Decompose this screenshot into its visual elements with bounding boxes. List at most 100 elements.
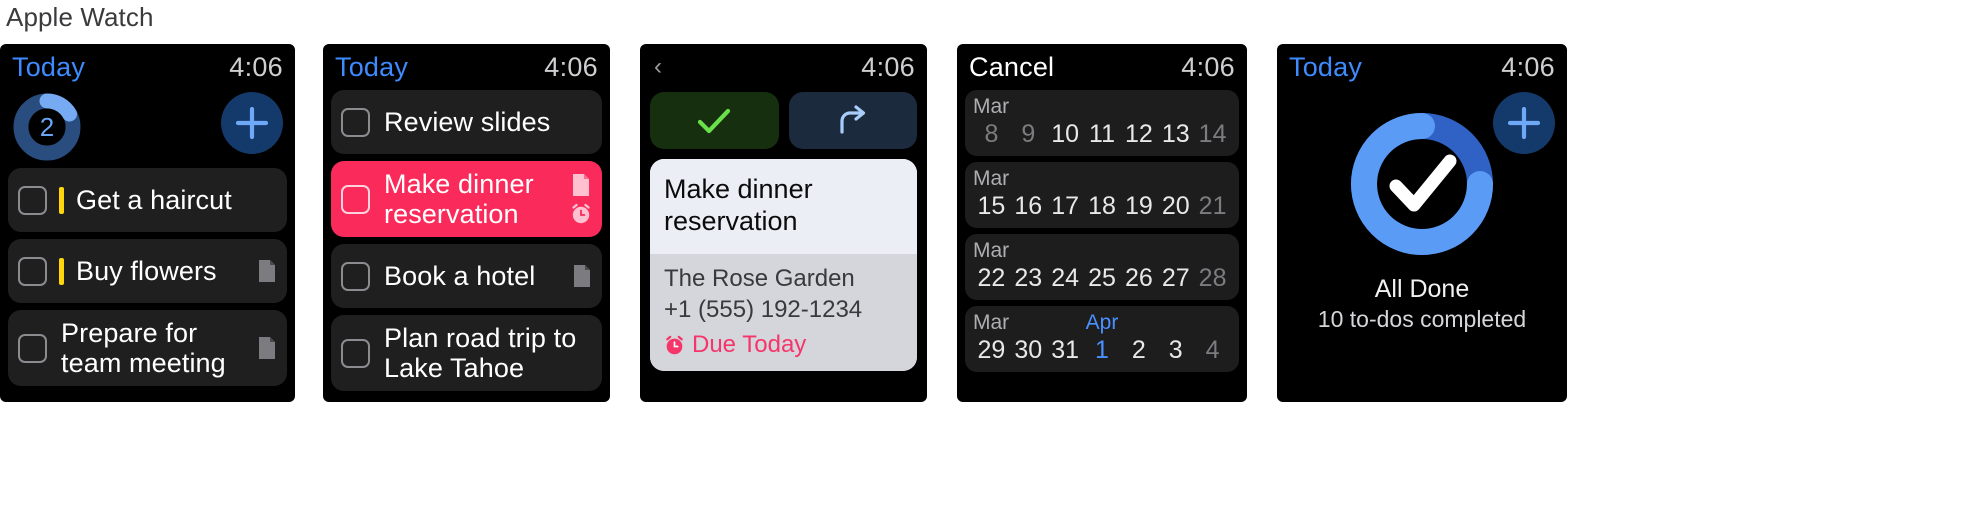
status-bar: ‹ 4:06 xyxy=(640,44,927,90)
calendar-day[interactable]: 15 xyxy=(973,192,1010,221)
list-item[interactable]: Buy flowers xyxy=(8,239,287,303)
status-bar: Today 4:06 xyxy=(1277,44,1567,90)
status-title: Today xyxy=(1289,51,1363,82)
status-time: 4:06 xyxy=(229,51,283,82)
add-todo-button[interactable] xyxy=(221,92,283,154)
calendar-week-row[interactable]: Mar Apr 29 30 31 1 2 3 4 xyxy=(965,306,1239,372)
due-status: Due Today xyxy=(664,331,903,359)
calendar-day[interactable]: 2 xyxy=(1120,336,1157,365)
calendar-day[interactable]: 4 xyxy=(1194,336,1231,365)
calendar-month-labels: Mar Apr xyxy=(973,311,1231,336)
calendar-day[interactable]: 29 xyxy=(973,336,1010,365)
priority-bar-icon xyxy=(59,257,64,285)
calendar-week-row[interactable]: Mar 22 23 24 25 26 27 28 xyxy=(965,234,1239,300)
checkbox-icon[interactable] xyxy=(18,256,47,286)
month-label-spacer xyxy=(1145,311,1231,336)
calendar-day[interactable]: 13 xyxy=(1157,120,1194,149)
alarm-clock-icon xyxy=(666,335,683,355)
list-item[interactable]: Prepare for team meeting xyxy=(8,310,287,386)
checkbox-icon[interactable] xyxy=(341,107,370,137)
plus-icon xyxy=(235,106,269,140)
calendar-day[interactable]: 21 xyxy=(1194,192,1231,221)
list-item-label: Make dinner reservation xyxy=(384,168,534,229)
watch-screen-date-picker: Cancel 4:06 Mar 8 9 10 11 12 13 14 Mar 1… xyxy=(957,44,1247,402)
list-item-label: Prepare for team meeting xyxy=(61,317,226,378)
back-chevron-icon[interactable]: ‹ xyxy=(652,55,662,79)
calendar-day[interactable]: 30 xyxy=(1010,336,1047,365)
status-bar: Today 4:06 xyxy=(323,44,610,90)
checkbox-icon[interactable] xyxy=(341,184,370,214)
all-done-subheading: 10 to-dos completed xyxy=(1317,306,1527,332)
list-item-label: Buy flowers xyxy=(76,255,217,286)
note-icon xyxy=(259,337,275,359)
calendar-day[interactable]: 27 xyxy=(1157,264,1194,293)
calendar-day[interactable]: 26 xyxy=(1120,264,1157,293)
list-item-badges xyxy=(570,173,592,225)
calendar-day[interactable]: 23 xyxy=(1010,264,1047,293)
note-icon xyxy=(574,265,590,287)
calendar-day[interactable]: 28 xyxy=(1194,264,1231,293)
checkbox-icon[interactable] xyxy=(18,333,47,363)
calendar-day[interactable]: 24 xyxy=(1047,264,1084,293)
calendar-day[interactable]: 20 xyxy=(1157,192,1194,221)
calendar-day[interactable]: 11 xyxy=(1084,120,1121,149)
status-bar: Cancel 4:06 xyxy=(957,44,1247,90)
month-label: Mar xyxy=(973,95,1010,118)
alarm-clock-icon xyxy=(572,203,590,224)
list-item-badges xyxy=(572,264,592,288)
calendar-day[interactable]: 10 xyxy=(1047,120,1084,149)
calendar-day[interactable]: 16 xyxy=(1010,192,1047,221)
month-label: Mar xyxy=(973,239,1010,262)
calendar-day[interactable]: 9 xyxy=(1010,120,1047,149)
status-time: 4:06 xyxy=(1181,51,1235,82)
task-place: The Rose Garden xyxy=(664,264,855,292)
calendar-day[interactable]: 22 xyxy=(973,264,1010,293)
calendar-day[interactable]: 17 xyxy=(1047,192,1084,221)
checkbox-icon[interactable] xyxy=(341,261,370,291)
completion-ring xyxy=(1344,106,1500,267)
complete-button[interactable] xyxy=(650,92,779,149)
list-item[interactable]: Get a haircut xyxy=(8,168,287,232)
plus-icon xyxy=(1507,106,1541,140)
due-label: Due Today xyxy=(692,331,807,359)
snooze-button[interactable] xyxy=(788,92,917,149)
list-item[interactable]: Book a hotel xyxy=(331,244,602,308)
apple-watch-screens-figure: Apple Watch Today 4:06 2 Get a haircut B… xyxy=(0,0,1981,515)
calendar-week-row[interactable]: Mar 15 16 17 18 19 20 21 xyxy=(965,162,1239,228)
checkbox-icon[interactable] xyxy=(18,185,47,215)
calendar-weeks: Mar 8 9 10 11 12 13 14 Mar 15 16 17 18 1… xyxy=(957,90,1247,372)
checkbox-icon[interactable] xyxy=(341,338,370,368)
task-detail-body: The Rose Garden +1 (555) 192-1234 Due To… xyxy=(650,253,917,372)
calendar-day[interactable]: 8 xyxy=(973,120,1010,149)
completion-ring-icon xyxy=(1351,113,1493,255)
note-icon xyxy=(573,174,589,196)
calendar-day[interactable]: 19 xyxy=(1120,192,1157,221)
cancel-button[interactable]: Cancel xyxy=(969,52,1054,83)
add-todo-button[interactable] xyxy=(1493,92,1555,154)
list-item-label: Plan road trip to Lake Tahoe xyxy=(384,322,577,383)
status-time: 4:06 xyxy=(1501,51,1555,82)
task-phone[interactable]: +1 (555) 192-1234 xyxy=(664,295,903,326)
progress-count: 2 xyxy=(39,111,55,142)
calendar-day[interactable]: 12 xyxy=(1120,120,1157,149)
calendar-day[interactable]: 18 xyxy=(1084,192,1121,221)
list-item[interactable]: Plan road trip to Lake Tahoe xyxy=(331,315,602,391)
calendar-day[interactable]: 25 xyxy=(1084,264,1121,293)
calendar-day[interactable]: 3 xyxy=(1157,336,1194,365)
calendar-day-row: 29 30 31 1 2 3 4 xyxy=(973,336,1231,365)
list-item[interactable]: Review slides xyxy=(331,90,602,154)
task-detail-card[interactable]: Make dinner reservation The Rose Garden … xyxy=(650,159,917,372)
watch-screens-strip: Today 4:06 2 Get a haircut Buy flowers P… xyxy=(0,44,1981,402)
calendar-day[interactable]: 31 xyxy=(1047,336,1084,365)
calendar-day[interactable]: 14 xyxy=(1194,120,1231,149)
calendar-week-row[interactable]: Mar 8 9 10 11 12 13 14 xyxy=(965,90,1239,156)
progress-ring[interactable]: 2 xyxy=(12,92,82,167)
calendar-day-row: 8 9 10 11 12 13 14 xyxy=(973,120,1231,149)
calendar-day-selected[interactable]: 1 xyxy=(1084,336,1121,365)
checkmark-icon xyxy=(698,108,731,133)
calendar-month-labels: Mar xyxy=(973,95,1231,120)
todo-list: Review slides Make dinner reservation Bo… xyxy=(323,90,610,391)
today-header: 2 xyxy=(0,90,295,168)
todo-list: Get a haircut Buy flowers Prepare for te… xyxy=(0,168,295,386)
list-item-highlighted[interactable]: Make dinner reservation xyxy=(331,161,602,237)
